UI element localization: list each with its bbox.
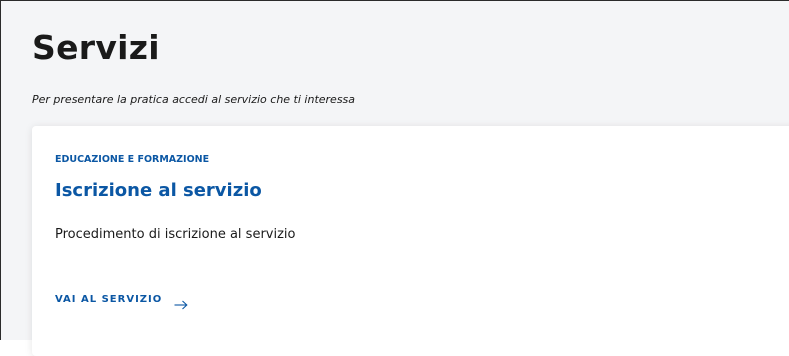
arrow-right-icon	[174, 295, 188, 309]
go-to-service-label: VAI AL SERVIZIO	[55, 294, 163, 305]
page-title: Servizi	[32, 28, 160, 67]
service-description: Procedimento di iscrizione al servizio	[55, 227, 296, 242]
service-title-link[interactable]: Iscrizione al servizio	[55, 179, 262, 203]
page-frame: Servizi Per presentare la pratica accedi…	[0, 0, 789, 356]
go-to-service-link[interactable]: VAI AL SERVIZIO	[55, 294, 188, 309]
service-category: EDUCAZIONE E FORMAZIONE	[55, 154, 210, 165]
service-card: EDUCAZIONE E FORMAZIONE Iscrizione al se…	[32, 126, 789, 356]
page-subtitle: Per presentare la pratica accedi al serv…	[32, 93, 356, 106]
